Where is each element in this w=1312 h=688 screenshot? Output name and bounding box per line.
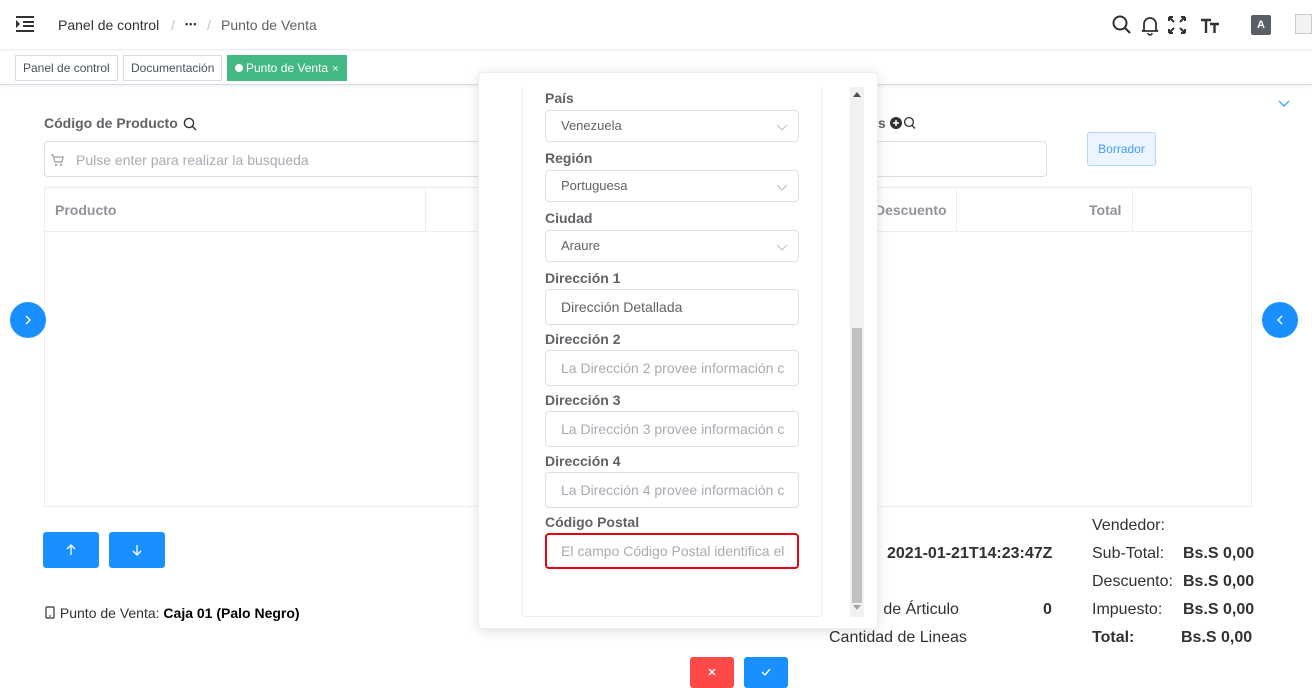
tax-value: Bs.S 0,00 [1183, 601, 1255, 618]
breadcrumb-separator: / [207, 17, 211, 33]
address4-label: Dirección 4 [545, 453, 621, 469]
discount-label: Descuento: [1092, 573, 1173, 590]
check-icon [761, 668, 771, 677]
postal-code-label: Código Postal [545, 514, 640, 530]
city-select[interactable]: Araure [545, 230, 799, 262]
header-product: Producto [55, 202, 117, 218]
order-timestamp: 2021-01-21T14:23:47Z [887, 545, 1053, 562]
region-label: Región [545, 150, 593, 166]
breadcrumb-current: Punto de Venta [221, 17, 317, 33]
tag-label: Punto de Venta [246, 61, 329, 75]
confirm-button[interactable] [744, 657, 788, 688]
breadcrumb-home[interactable]: Panel de control [58, 17, 159, 33]
tag-panel-de-control[interactable]: Panel de control [15, 55, 118, 81]
region-value: Portuguesa [561, 178, 628, 193]
cancel-button[interactable] [690, 657, 734, 688]
country-select[interactable]: Venezuela [545, 110, 799, 142]
tag-label: Panel de control [23, 61, 110, 75]
tablet-icon [45, 606, 55, 619]
tag-label: Documentación [131, 61, 215, 75]
add-search-icon[interactable] [890, 116, 918, 130]
article-qty-value: 0 [1043, 601, 1052, 618]
product-code-label: Código de Producto [44, 115, 178, 131]
scroll-down-arrow-icon[interactable] [853, 605, 861, 611]
pos-label: Punto de Venta: [59, 605, 160, 621]
subtotal-label: Sub-Total: [1092, 545, 1165, 562]
seller-label: Vendedor: [1092, 517, 1165, 534]
lines-qty-label: Cantidad de Lineas [829, 629, 967, 646]
right-field-label: s [878, 115, 886, 131]
country-value: Venezuela [561, 118, 622, 133]
header-total: Total [1089, 202, 1122, 218]
total-label: Total: [1092, 629, 1135, 646]
tag-documentacion[interactable]: Documentación [123, 55, 223, 81]
pos-terminal: Punto de Venta: Caja 01 (Palo Negro) [44, 605, 300, 621]
address-form: País Venezuela Región Portuguesa Ciudad … [522, 87, 822, 617]
address3-label: Dirección 3 [545, 392, 621, 408]
move-down-button[interactable] [109, 532, 165, 568]
close-icon [708, 668, 716, 676]
avatar[interactable] [1295, 14, 1312, 34]
header-discount: Descuento [875, 202, 947, 218]
total-value: Bs.S 0,00 [1181, 629, 1253, 646]
text-size-icon[interactable] [1199, 14, 1221, 36]
close-icon[interactable]: × [332, 63, 338, 75]
discount-value: Bs.S 0,00 [1183, 573, 1255, 590]
scrollbar-thumb[interactable] [852, 328, 862, 603]
bell-icon[interactable] [1139, 14, 1161, 36]
address1-label: Dirección 1 [545, 270, 621, 286]
search-icon[interactable] [1111, 14, 1133, 36]
arrow-up-icon [66, 544, 76, 555]
chevron-right-icon [25, 315, 31, 325]
address1-input[interactable]: Dirección Detallada [545, 289, 799, 325]
postal-code-input[interactable]: El campo Código Postal identifica el [545, 533, 799, 569]
country-label: País [545, 90, 574, 106]
borrador-button[interactable]: Borrador [1087, 132, 1156, 166]
chevron-down-icon [776, 184, 788, 191]
address2-input[interactable]: La Dirección 2 provee información c [545, 350, 799, 386]
search-icon[interactable] [183, 117, 197, 131]
subtotal-value: Bs.S 0,00 [1183, 545, 1255, 562]
expand-right-button[interactable] [1262, 302, 1298, 338]
address3-input[interactable]: La Dirección 3 provee información c [545, 411, 799, 447]
city-label: Ciudad [545, 210, 593, 226]
translate-icon[interactable]: A [1251, 15, 1271, 35]
article-qty-label: d de Árticulo [870, 601, 959, 618]
navbar: Panel de control / ••• / Punto de Venta … [0, 0, 1312, 50]
breadcrumb-ellipsis[interactable]: ••• [185, 19, 197, 29]
business-partner-input[interactable] [870, 141, 1047, 177]
chevron-down-icon [776, 244, 788, 251]
expand-left-button[interactable] [10, 302, 46, 338]
product-search-input[interactable]: Pulse enter para realizar la busqueda [44, 141, 494, 177]
search-placeholder: Pulse enter para realizar la busqueda [76, 152, 309, 168]
region-select[interactable]: Portuguesa [545, 170, 799, 202]
chevron-left-icon [1277, 315, 1283, 325]
arrow-down-icon [132, 545, 142, 556]
fullscreen-icon[interactable] [1166, 14, 1188, 36]
active-dot-icon [235, 64, 243, 72]
address2-label: Dirección 2 [545, 331, 621, 347]
hamburger-icon[interactable] [16, 16, 34, 32]
pos-value: Caja 01 (Palo Negro) [163, 605, 300, 621]
address4-input[interactable]: La Dirección 4 provee información c [545, 472, 799, 508]
tag-punto-de-venta[interactable]: Punto de Venta × [227, 55, 347, 81]
move-up-button[interactable] [43, 532, 99, 568]
address-popover: País Venezuela Región Portuguesa Ciudad … [478, 72, 878, 688]
tax-label: Impuesto: [1092, 601, 1163, 618]
chevron-down-icon[interactable] [1277, 96, 1291, 110]
scroll-up-arrow-icon[interactable] [853, 91, 861, 97]
city-value: Araure [561, 238, 601, 253]
breadcrumb-separator: / [171, 17, 175, 33]
chevron-down-icon [776, 124, 788, 131]
cart-icon [51, 154, 64, 167]
